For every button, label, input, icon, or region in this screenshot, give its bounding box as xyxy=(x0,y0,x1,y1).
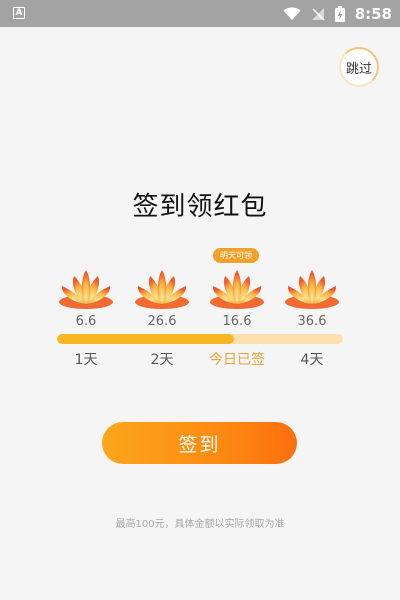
reward-amount: 6.6 xyxy=(75,314,97,329)
lotus-icon xyxy=(135,270,189,309)
day-label-1: 1天 xyxy=(74,352,98,368)
day-reward-4: 36.6 xyxy=(282,268,342,329)
day-label-2: 2天 xyxy=(150,352,174,368)
reward-amount: 16.6 xyxy=(222,314,252,329)
status-time: 8:58 xyxy=(354,4,392,23)
sign-in-button[interactable]: 签到 xyxy=(102,422,297,464)
lotus-icon xyxy=(285,270,339,309)
skip-button[interactable]: 跳过 xyxy=(339,47,379,87)
day-label-today: 今日已签 xyxy=(209,352,265,368)
signin-progress-bar xyxy=(57,334,343,344)
lotus-icon xyxy=(59,270,113,309)
reward-note: 最高100元，具体金额以实际领取为准 xyxy=(115,519,285,530)
wifi-icon xyxy=(283,6,301,20)
signin-progress-fill xyxy=(57,334,235,344)
tomorrow-badge: 明天可领 xyxy=(213,248,259,263)
battery-charging-icon xyxy=(334,5,345,22)
app-notification-icon: A xyxy=(13,7,25,19)
day-reward-1: 6.6 xyxy=(56,268,116,329)
reward-amount: 36.6 xyxy=(297,314,327,329)
lotus-icon xyxy=(210,270,264,309)
page-title: 签到领红包 xyxy=(132,192,268,222)
day-label-4: 4天 xyxy=(300,352,324,368)
status-bar: A 8:58 xyxy=(0,0,400,27)
reward-amount: 26.6 xyxy=(147,314,177,329)
day-reward-3: 16.6 xyxy=(207,268,267,329)
day-reward-2: 26.6 xyxy=(132,268,192,329)
no-signal-icon xyxy=(311,7,325,21)
